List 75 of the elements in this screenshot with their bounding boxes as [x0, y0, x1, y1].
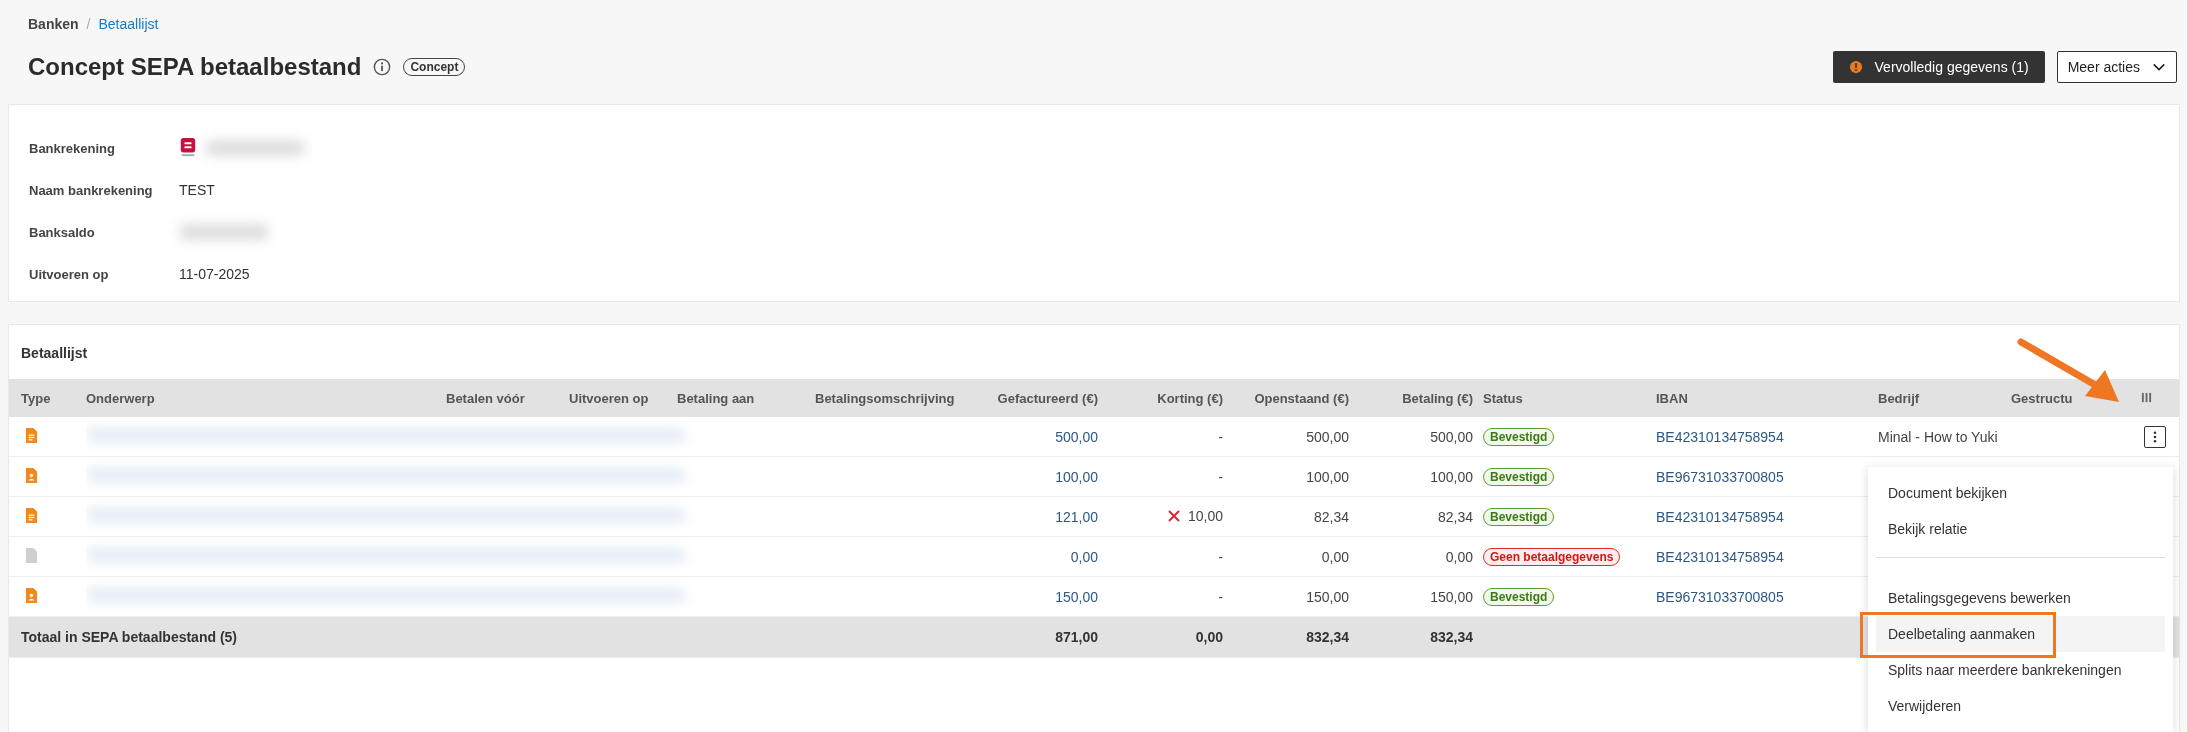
- column-header[interactable]: Type: [9, 379, 86, 417]
- menu-item[interactable]: Betalingsgegevens bewerken: [1876, 580, 2165, 616]
- menu-item[interactable]: Verwijderen: [1876, 688, 2165, 724]
- menu-item[interactable]: Splits naar meerdere bankrekeningen: [1876, 652, 2165, 688]
- table-cell: -: [1218, 468, 1223, 485]
- bank-logo-icon: [179, 137, 197, 159]
- column-header[interactable]: IBAN: [1656, 379, 1878, 417]
- status-badge: Bevestigd: [1483, 587, 1555, 606]
- field-value: TEST: [179, 182, 215, 198]
- table-cell: 0,00: [1233, 536, 1359, 577]
- table-cell: -: [1218, 548, 1223, 565]
- column-header[interactable]: Status: [1483, 379, 1656, 417]
- column-header[interactable]: Uitvoeren op: [569, 379, 677, 417]
- column-header[interactable]: Betaling aan: [677, 379, 815, 417]
- status-badge: Bevestigd: [1483, 507, 1555, 526]
- column-header[interactable]: Gefactureerd (€): [965, 379, 1108, 417]
- field-value: 11-07-2025: [179, 266, 250, 282]
- vertical-dots-icon: [2153, 430, 2157, 443]
- document-icon[interactable]: [25, 547, 38, 563]
- table-cell: 500,00: [965, 417, 1108, 457]
- table-cell: 500,00: [1233, 417, 1359, 457]
- more-actions-button[interactable]: Meer acties: [2056, 51, 2177, 83]
- table-cell: 832,34: [1359, 616, 1483, 658]
- status-badge: Bevestigd: [1483, 467, 1555, 486]
- status-badge: Geen betaalgegevens: [1483, 547, 1621, 566]
- column-header[interactable]: Bedrijf: [1878, 379, 2011, 417]
- menu-item[interactable]: Document bekijken: [1876, 475, 2165, 511]
- table-cell: 0,00: [965, 536, 1108, 577]
- columns-icon[interactable]: [2141, 391, 2152, 403]
- table-cell: BE42310134758954: [1656, 417, 1878, 457]
- document-icon[interactable]: [25, 507, 38, 523]
- column-header[interactable]: Openstaand (€): [1233, 379, 1359, 417]
- section-title: Betaallijst: [21, 345, 88, 361]
- menu-item[interactable]: Bekijk relatie: [1876, 511, 2165, 547]
- warning-icon: [1848, 60, 1863, 74]
- table-cell: 100,00: [1233, 456, 1359, 497]
- column-header[interactable]: Korting (€): [1108, 379, 1233, 417]
- table-cell: 871,00: [965, 616, 1108, 658]
- table-cell: 832,34: [1233, 616, 1359, 658]
- field-label: Naam bankrekening: [29, 182, 154, 198]
- table-cell: -: [1218, 428, 1223, 445]
- info-icon[interactable]: [373, 58, 392, 76]
- contact-document-icon[interactable]: [25, 587, 38, 603]
- breadcrumb-link[interactable]: Banken: [28, 16, 79, 32]
- table-cell: 100,00: [1359, 456, 1483, 497]
- table-cell: 150,00: [1233, 576, 1359, 617]
- menu-item[interactable]: Deelbetaling aanmaken: [1876, 616, 2165, 652]
- column-header[interactable]: Betalingsomschrijving: [815, 379, 965, 417]
- more-options-button[interactable]: [2144, 425, 2166, 448]
- table-cell: 0,00: [1108, 616, 1233, 658]
- page-title: Concept SEPA betaalbestand: [28, 53, 362, 81]
- breadcrumb-separator: /: [86, 16, 91, 32]
- table-cell: 10,00: [1167, 508, 1223, 524]
- field-label: Uitvoeren op: [29, 266, 110, 282]
- breadcrumb-link[interactable]: Betaallijst: [98, 16, 159, 32]
- table-cell: 100,00: [965, 456, 1108, 497]
- total-label: Totaal in SEPA betaalbestand (5): [9, 616, 965, 658]
- column-header[interactable]: Betalen vóór: [446, 379, 569, 417]
- field-label: Bankrekening: [29, 140, 116, 156]
- table-cell: -: [1218, 588, 1223, 605]
- table-cell: 82,34: [1359, 496, 1483, 537]
- table-cell: 0,00: [1359, 536, 1483, 577]
- table-cell: 500,00: [1359, 417, 1483, 457]
- column-header[interactable]: Betaling (€): [1359, 379, 1483, 417]
- document-icon[interactable]: [25, 427, 38, 443]
- table-cell: 150,00: [1359, 576, 1483, 617]
- status-badge: Bevestigd: [1483, 427, 1555, 446]
- table-cell: 150,00: [965, 576, 1108, 617]
- complete-data-button[interactable]: Vervolledig gegevens (1): [1832, 51, 2045, 83]
- column-header[interactable]: Onderwerp: [86, 379, 446, 417]
- field-label: Banksaldo: [29, 224, 96, 240]
- table-cell: 82,34: [1233, 496, 1359, 537]
- table-cell: 121,00: [965, 496, 1108, 537]
- contact-document-icon[interactable]: [25, 467, 38, 483]
- table-cell: Minal - How to Yuki: [1878, 417, 2011, 457]
